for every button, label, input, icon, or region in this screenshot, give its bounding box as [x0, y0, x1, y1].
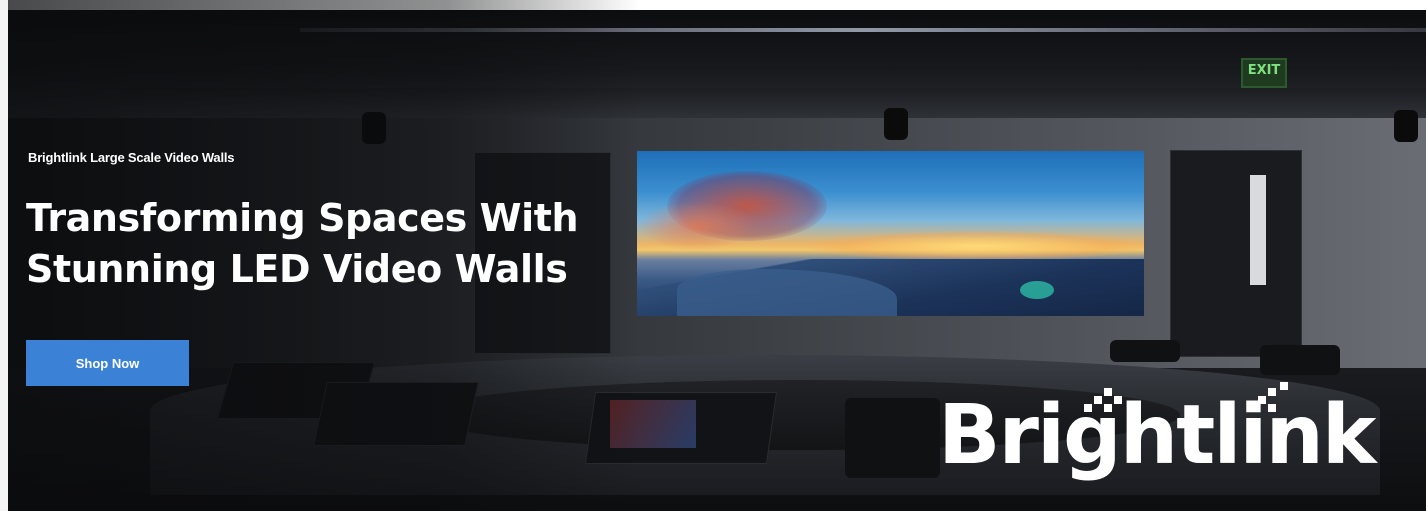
ceiling-camera-icon — [884, 108, 908, 140]
brightlink-logo: Brightlink — [938, 378, 1376, 493]
exit-sign: EXIT — [1241, 58, 1287, 88]
horizon-glow — [807, 231, 1144, 261]
shop-now-button[interactable]: Shop Now — [26, 340, 189, 386]
screen-badge — [1020, 281, 1054, 299]
logo-pixel-dots-icon — [1246, 382, 1306, 416]
ceiling-camera-icon — [1394, 110, 1418, 142]
right-door — [1170, 150, 1302, 357]
hero-banner: EXIT Brightlink Large Scale Video Walls … — [0, 0, 1426, 511]
led-video-wall — [637, 151, 1144, 316]
left-border — [0, 0, 8, 511]
chair — [1110, 340, 1180, 362]
door-window — [1250, 175, 1266, 285]
headline-line-2: Stunning LED Video Walls — [26, 247, 568, 291]
sunset-cloud — [637, 201, 757, 251]
chair — [845, 398, 940, 478]
chair — [1260, 345, 1340, 375]
hero-eyebrow: Brightlink Large Scale Video Walls — [28, 150, 235, 165]
logo-pixel-dots-icon — [1080, 384, 1140, 418]
logo-wordmark: Brightlink — [938, 388, 1376, 483]
headline-line-1: Transforming Spaces With — [26, 196, 579, 240]
hero-headline: Transforming Spaces With Stunning LED Vi… — [26, 193, 646, 295]
